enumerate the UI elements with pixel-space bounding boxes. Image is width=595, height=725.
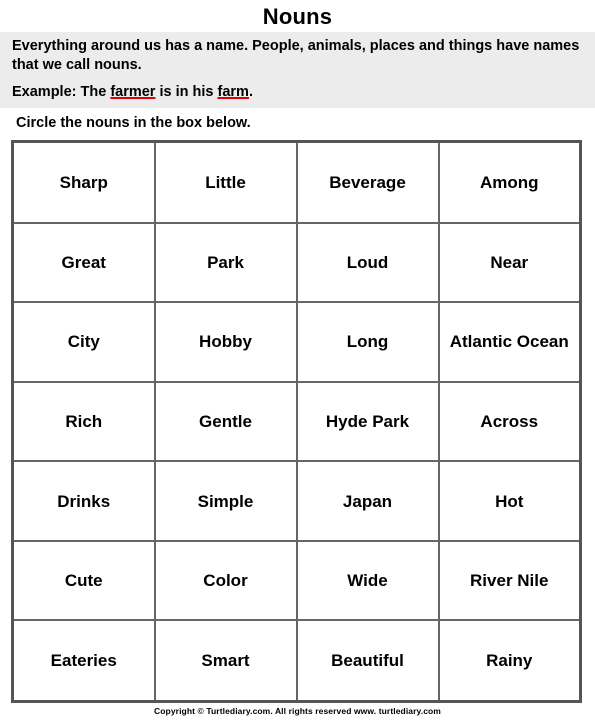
word-cell[interactable]: Drinks: [11, 460, 156, 542]
word-cell[interactable]: Smart: [153, 619, 298, 703]
word-cell[interactable]: Atlantic Ocean: [437, 301, 582, 383]
word-cell[interactable]: Great: [11, 221, 156, 304]
word-cell[interactable]: Hot: [437, 460, 582, 542]
word-grid-row: Eateries Smart Beautiful Rainy: [11, 619, 582, 703]
word-grid-body: Sharp Little Beverage Among Great Park Loud Nea…: [11, 140, 582, 703]
word-cell[interactable]: River Nile: [437, 539, 582, 622]
word-cell[interactable]: Beverage: [295, 140, 440, 224]
word-grid: Sharp Little Beverage Among Great Park Loud Nea…: [11, 140, 582, 703]
example-noun-farmer: farmer: [110, 84, 156, 100]
word-cell[interactable]: Near: [437, 221, 582, 304]
word-cell[interactable]: Japan: [295, 460, 440, 542]
instruction-panel: Everything around us has a name. People,…: [0, 32, 595, 108]
word-grid-row: Great Park Loud Near: [11, 221, 582, 304]
word-cell[interactable]: Little: [153, 140, 298, 224]
word-grid-row: Sharp Little Beverage Among: [11, 140, 582, 224]
word-cell[interactable]: Hobby: [153, 301, 298, 383]
instruction-paragraph: Everything around us has a name. People,…: [12, 38, 580, 73]
example-suffix: .: [248, 84, 253, 100]
word-grid-row: Drinks Simple Japan Hot: [11, 460, 582, 542]
word-grid-row: City Hobby Long Atlantic Ocean: [11, 301, 582, 383]
copyright-footer: Copyright © Turtlediary.com. All rights …: [154, 706, 441, 716]
example-prefix: Example: The: [12, 84, 111, 100]
word-cell[interactable]: Beautiful: [295, 619, 440, 703]
task-instruction: Circle the nouns in the box below.: [16, 115, 251, 131]
word-cell[interactable]: Eateries: [11, 619, 156, 703]
example-noun-farm: farm: [217, 84, 249, 100]
word-cell[interactable]: Long: [295, 301, 440, 383]
word-cell[interactable]: Gentle: [153, 380, 298, 463]
word-cell[interactable]: City: [11, 301, 156, 383]
word-grid-container: Sharp Little Beverage Among Great Park Loud Nea…: [11, 140, 582, 703]
word-cell[interactable]: Loud: [295, 221, 440, 304]
instruction-example: Example: The farmer is in his farm.: [12, 83, 583, 102]
word-cell[interactable]: Cute: [11, 539, 156, 622]
word-cell[interactable]: Wide: [295, 539, 440, 622]
word-cell[interactable]: Sharp: [11, 140, 156, 224]
word-grid-row: Cute Color Wide River Nile: [11, 539, 582, 622]
page-title: Nouns: [262, 4, 333, 29]
word-cell[interactable]: Color: [153, 539, 298, 622]
word-cell[interactable]: Across: [437, 380, 582, 463]
word-cell[interactable]: Park: [153, 221, 298, 304]
word-cell[interactable]: Hyde Park: [295, 380, 440, 463]
word-cell[interactable]: Rainy: [437, 619, 582, 703]
example-middle: is in his: [155, 84, 218, 100]
word-cell[interactable]: Rich: [11, 380, 156, 463]
word-cell[interactable]: Simple: [153, 460, 298, 542]
word-cell[interactable]: Among: [437, 140, 582, 224]
word-grid-row: Rich Gentle Hyde Park Across: [11, 380, 582, 463]
